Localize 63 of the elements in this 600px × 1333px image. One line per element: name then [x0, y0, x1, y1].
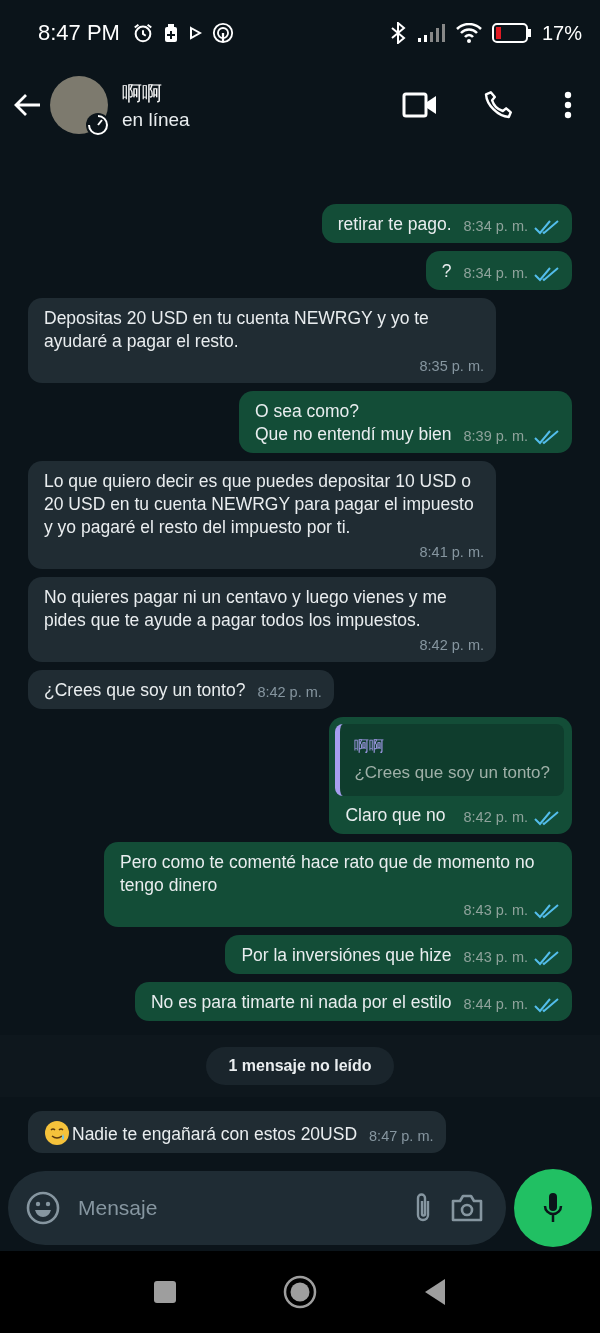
- video-call-icon[interactable]: [402, 92, 438, 118]
- message-text: No quieres pagar ni un centavo y luego vienes y me pides que te ayude a pagar todos los impuestos.: [44, 586, 448, 632]
- more-options-icon[interactable]: [564, 91, 572, 119]
- message-time: 8:43 p. m.: [463, 948, 528, 967]
- unread-messages-label: 1 mensaje no leído: [206, 1047, 394, 1085]
- message-bubble[interactable]: Nadie te engañará con estos 20USD 8:47 p. m.: [28, 1111, 446, 1153]
- message-text: ?: [441, 260, 452, 283]
- contact-name[interactable]: 啊啊: [122, 79, 358, 107]
- recent-apps-icon[interactable]: [153, 1280, 177, 1304]
- message-time: 8:47 p. m.: [369, 1127, 434, 1146]
- back-icon[interactable]: [423, 1278, 447, 1306]
- message-bubble[interactable]: Por la inversiónes que hize 8:43 p. m.: [225, 935, 572, 974]
- quoted-message[interactable]: 啊啊 ¿Crees que soy un tonto?: [335, 724, 564, 796]
- message-time: 8:34 p. m.: [463, 217, 528, 236]
- message-bubble[interactable]: Lo que quiero decir es que puedes depositar 10 USD o 20 USD en tu cuenta NEWRGY para pagar el impuesto y yo pagaré el resto del impuesto por ti. 8:41 p. m.: [28, 461, 496, 569]
- microphone-icon: [542, 1191, 564, 1225]
- battery-percent: 17%: [541, 21, 582, 45]
- alarm-icon: [131, 22, 154, 44]
- emoji-icon[interactable]: [26, 1191, 60, 1225]
- wifi-icon: [455, 23, 482, 43]
- message-text: Nadie te engañará con estos 20USD: [72, 1123, 358, 1146]
- contact-status: en línea: [122, 108, 191, 131]
- message-bubble[interactable]: O sea como? Que no entendí muy bien 8:39 p. m.: [239, 391, 572, 453]
- message-time: 8:41 p. m.: [419, 543, 484, 562]
- message-text: O sea como? Que no entendí muy bien: [255, 400, 452, 446]
- back-arrow-icon[interactable]: [14, 93, 42, 117]
- play-icon: [187, 26, 202, 40]
- message-text: ¿Crees que soy un tonto?: [44, 679, 246, 702]
- message-bubble[interactable]: retirar te pago. 8:34 p. m.: [321, 204, 572, 243]
- message-text: Claro que no: [345, 804, 446, 827]
- quote-author: 啊啊: [354, 736, 386, 756]
- message-time: 8:42 p. m.: [257, 683, 322, 702]
- message-bubble[interactable]: Pero como te comenté hace rato que de momento no tengo dinero 8:43 p. m.: [104, 842, 572, 927]
- message-input[interactable]: Mensaje: [76, 1195, 396, 1221]
- message-time: 8:39 p. m.: [463, 427, 528, 446]
- message-time: 8:43 p. m.: [463, 901, 528, 920]
- timer-icon: [85, 112, 111, 138]
- signal-icon: [417, 24, 446, 42]
- hotspot-icon: [211, 22, 234, 44]
- message-time: 8:42 p. m.: [419, 636, 484, 655]
- message-text: Lo que quiero decir es que puedes depositar 10 USD o 20 USD en tu cuenta NEWRGY para pagar el impuesto y yo pagaré el resto del impuesto por ti.: [44, 470, 475, 539]
- message-bubble[interactable]: ? 8:34 p. m.: [425, 251, 572, 290]
- home-icon[interactable]: [283, 1275, 317, 1309]
- message-text: Pero como te comenté hace rato que de momento no tengo dinero: [120, 851, 536, 897]
- message-bubble[interactable]: No es para timarte ni nada por el estilo 8:44 p. m.: [134, 982, 572, 1021]
- message-bubble[interactable]: ¿Crees que soy un tonto? 8:42 p. m.: [28, 670, 334, 709]
- phone-call-icon[interactable]: [482, 89, 514, 121]
- message-time: 8:35 p. m.: [419, 357, 484, 376]
- message-bubble[interactable]: 啊啊 ¿Crees que soy un tonto? Claro que no 8:42 p. m.: [329, 717, 572, 834]
- message-bubble[interactable]: No quieres pagar ni un centavo y luego vienes y me pides que te ayude a pagar todos los impuestos. 8:42 p. m.: [28, 577, 496, 662]
- quote-text: ¿Crees que soy un tonto?: [354, 762, 550, 784]
- camera-icon[interactable]: [450, 1193, 484, 1223]
- message-bubble[interactable]: Depositas 20 USD en tu cuenta NEWRGY y yo te ayudaré a pagar el resto. 8:35 p. m.: [28, 298, 496, 383]
- status-time: 8:47 PM: [38, 20, 120, 46]
- message-text: Por la inversiónes que hize: [241, 944, 452, 967]
- message-text: Depositas 20 USD en tu cuenta NEWRGY y yo te ayudaré a pagar el resto.: [44, 307, 430, 353]
- message-time: 8:42 p. m.: [463, 808, 528, 827]
- battery-icon: [491, 23, 532, 43]
- message-time: 8:44 p. m.: [463, 995, 528, 1014]
- message-time: 8:34 p. m.: [463, 264, 528, 283]
- battery-plus-icon: [163, 23, 178, 43]
- message-text: No es para timarte ni nada por el estilo: [150, 991, 452, 1014]
- message-text: retirar te pago.: [337, 213, 452, 236]
